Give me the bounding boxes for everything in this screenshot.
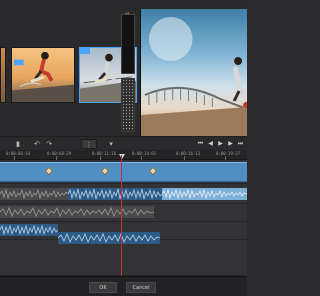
cancel-button[interactable]: Cancel: [126, 282, 156, 293]
skip-back-icon[interactable]: ⏮: [197, 139, 204, 149]
waveform: [0, 224, 58, 236]
play-icon[interactable]: ▶: [217, 139, 224, 149]
skip-forward-icon[interactable]: ⏭: [237, 139, 244, 149]
waveform: [58, 232, 160, 243]
ruler-label: 0:00:06:14: [6, 151, 31, 156]
skateboarder-image: [12, 51, 74, 102]
empty-track: [0, 240, 247, 276]
clip-thumbnail-strip: [0, 47, 140, 103]
ruler-label: 0:00:11:16: [92, 151, 117, 156]
step-forward-icon[interactable]: ▶: [227, 139, 234, 149]
audio-clip[interactable]: [68, 188, 162, 200]
transport-controls: ⏮ ◀ ▶ ▶ ⏭: [197, 139, 244, 149]
audio-level-meter: [121, 14, 135, 74]
audio-clip[interactable]: [0, 188, 68, 200]
waveform: [0, 206, 154, 217]
audio-clip-selected[interactable]: [162, 188, 247, 200]
video-preview-window: [140, 9, 247, 137]
link-icon[interactable]: ⋮: [81, 139, 97, 149]
waveform: [162, 188, 247, 200]
redo-icon[interactable]: ↷: [45, 139, 53, 149]
step-back-icon[interactable]: ◀: [207, 139, 214, 149]
audio-clip[interactable]: [0, 224, 58, 236]
waveform: [68, 188, 162, 200]
ruler-label: 0:00:14:01: [132, 151, 157, 156]
playhead-handle[interactable]: [119, 154, 125, 159]
audio-clip[interactable]: [58, 232, 160, 244]
marker-icon[interactable]: ▾: [107, 139, 115, 149]
clip-thumbnail[interactable]: [0, 47, 6, 103]
timeline-toolbar: ▮ ↶ ↷ ⋮ ▾ ⏮ ◀ ▶ ▶ ⏭: [0, 136, 247, 150]
undo-icon[interactable]: ↶: [33, 139, 41, 149]
preview-frame-image: [141, 17, 247, 137]
ruler-label: 0:00:19:27: [216, 151, 241, 156]
ok-button[interactable]: OK: [89, 282, 117, 293]
video-clip[interactable]: [0, 162, 247, 182]
ruler-label: 0:00:16:13: [176, 151, 201, 156]
ruler-label: 0:00:08:29: [47, 151, 72, 156]
audio-clip[interactable]: [0, 206, 154, 218]
trash-icon[interactable]: ▮: [14, 139, 22, 149]
waveform: [0, 188, 68, 200]
playhead-line[interactable]: [121, 155, 122, 276]
dialog-footer: OK Cancel: [0, 276, 247, 296]
audio-level-grid: [121, 78, 135, 132]
clip-thumbnail[interactable]: [11, 47, 75, 103]
preview-area: x: [0, 0, 247, 137]
